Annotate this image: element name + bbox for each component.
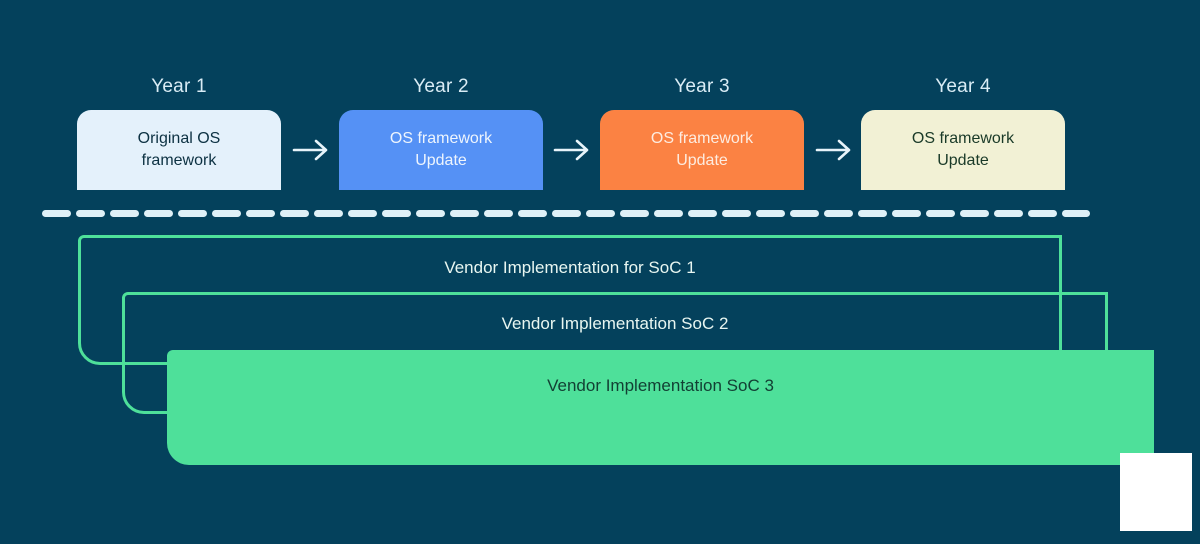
year-label-1: Year 1: [151, 76, 207, 97]
os-box-year-2[interactable]: OS framework Update: [339, 110, 543, 190]
os-box-year-4-text: OS framework Update: [911, 129, 1015, 169]
os-box-year-4[interactable]: OS framework Update: [861, 110, 1065, 190]
dashed-divider: [42, 204, 1090, 217]
os-box-year-1[interactable]: Original OS framework: [77, 110, 281, 190]
diagram-canvas: Year 1 Year 2 Year 3 Year 4 Original OS f…: [0, 0, 1200, 544]
year-label-4: Year 4: [935, 76, 991, 97]
arrow-right-icon: [553, 137, 593, 163]
vendor-bar-soc-3-label: Vendor Implementation SoC 3: [547, 376, 774, 395]
vendor-bar-soc-1-label: Vendor Implementation for SoC 1: [444, 258, 696, 277]
arrow-right-icon: [815, 137, 855, 163]
os-box-year-3[interactable]: OS framework Update: [600, 110, 804, 190]
os-box-year-3-text: OS framework Update: [650, 129, 754, 169]
vendor-bar-soc-3[interactable]: [167, 350, 1154, 465]
arrow-right-icon: [292, 137, 332, 163]
year-label-2: Year 2: [413, 76, 469, 97]
white-patch: [1120, 453, 1192, 531]
year-label-3: Year 3: [674, 76, 730, 97]
os-box-year-1-text: Original OS framework: [137, 129, 221, 169]
vendor-bar-soc-2-label: Vendor Implementation SoC 2: [501, 314, 729, 333]
os-box-year-2-text: OS framework Update: [389, 129, 493, 169]
